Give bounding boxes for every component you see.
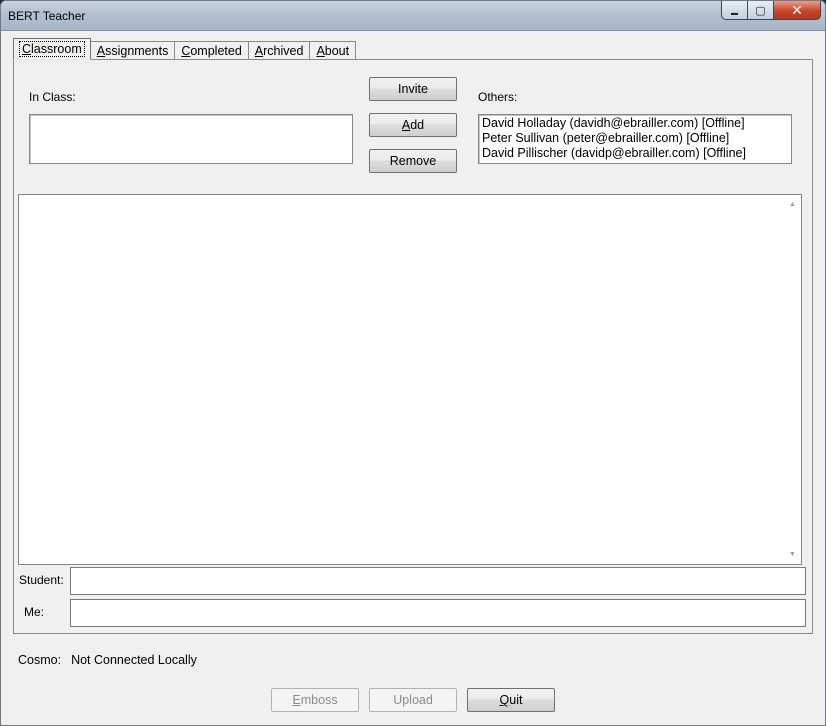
close-button[interactable]: ✕ [774, 1, 821, 20]
cosmo-status: Not Connected Locally [71, 653, 197, 667]
tab-strip: Classroom Assignments Completed Archived… [13, 38, 357, 60]
minimize-button[interactable]: ▬ [721, 1, 748, 20]
app-window: BERT Teacher ▬ ▢ ✕ Classroom Assignments… [0, 0, 826, 726]
add-button-label: Add [401, 118, 425, 132]
cosmo-label: Cosmo: [18, 653, 62, 667]
status-row: Cosmo: Not Connected Locally [18, 653, 197, 667]
in-class-label: In Class: [29, 90, 76, 104]
tab-classroom[interactable]: Classroom [13, 38, 91, 60]
add-button[interactable]: Add [369, 113, 457, 137]
tab-label: Archived [254, 44, 304, 58]
remove-button[interactable]: Remove [369, 149, 457, 173]
close-icon: ✕ [791, 1, 803, 18]
quit-button[interactable]: Quit [467, 688, 555, 712]
list-item[interactable]: David Holladay (davidh@ebrailler.com) [O… [479, 116, 791, 131]
title-bar[interactable]: BERT Teacher ▬ ▢ ✕ [1, 1, 825, 31]
tab-label: Classroom [19, 41, 85, 57]
student-field[interactable] [70, 567, 806, 595]
others-list[interactable]: David Holladay (davidh@ebrailler.com) [O… [478, 114, 792, 164]
tab-label: Assignments [96, 44, 169, 58]
tab-about[interactable]: About [309, 41, 357, 60]
invite-button-label: Invite [398, 82, 428, 96]
tab-assignments[interactable]: Assignments [89, 41, 176, 60]
tab-completed[interactable]: Completed [174, 41, 249, 60]
upload-button[interactable]: Upload [369, 688, 457, 712]
me-field[interactable] [70, 599, 806, 627]
upload-button-label: Upload [393, 693, 433, 707]
maximize-icon: ▢ [755, 4, 766, 17]
tab-label: Completed [181, 44, 242, 58]
classroom-panel: In Class: Invite Add Remove Others: Davi… [13, 59, 813, 634]
me-label: Me: [24, 605, 45, 619]
tab-archived[interactable]: Archived [247, 41, 311, 60]
window-title: BERT Teacher [8, 9, 86, 23]
minimize-icon: ▬ [731, 9, 738, 17]
list-item[interactable]: Peter Sullivan (peter@ebrailler.com) [Of… [479, 131, 791, 146]
message-log[interactable]: ▲ ▼ [18, 194, 802, 565]
maximize-button[interactable]: ▢ [748, 1, 774, 20]
student-label: Student: [19, 573, 64, 587]
emboss-button[interactable]: Emboss [271, 688, 359, 712]
in-class-list[interactable] [29, 114, 353, 164]
scroll-down-icon[interactable]: ▼ [784, 546, 801, 563]
client-area: Classroom Assignments Completed Archived… [8, 31, 820, 721]
window-controls: ▬ ▢ ✕ [721, 1, 821, 21]
remove-button-label: Remove [389, 154, 437, 168]
list-item[interactable]: David Pillischer (davidp@ebrailler.com) … [479, 146, 791, 161]
tab-label: About [316, 44, 350, 58]
quit-button-label: Quit [499, 693, 523, 707]
scroll-up-icon[interactable]: ▲ [784, 196, 801, 213]
emboss-button-label: Emboss [292, 693, 338, 707]
invite-button[interactable]: Invite [369, 77, 457, 101]
others-label: Others: [478, 90, 518, 104]
vertical-scrollbar[interactable]: ▲ ▼ [784, 195, 801, 564]
